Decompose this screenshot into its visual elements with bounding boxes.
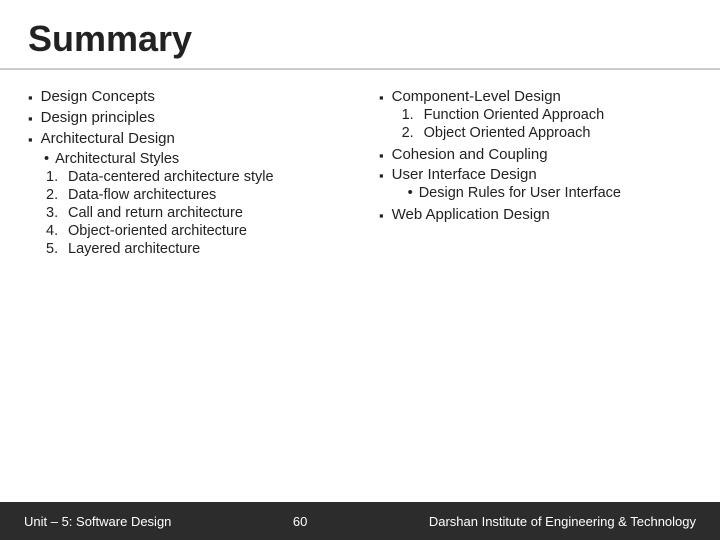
right-top-list: ▪ Component-Level Design 1. Function Ori… — [379, 88, 700, 223]
bullet-icon: ▪ — [379, 208, 384, 223]
slide: Summary ▪ Design Concepts ▪ Design princ… — [0, 0, 720, 540]
number-label: 3. — [46, 205, 68, 221]
dot-icon: • — [44, 151, 49, 167]
item-text: Layered architecture — [68, 241, 200, 257]
item-label: Cohesion and Coupling — [392, 146, 548, 163]
footer-institute-name: Darshan Institute of Engineering & Techn… — [429, 514, 696, 529]
item-text: Object Oriented Approach — [424, 125, 591, 141]
slide-footer: Unit – 5: Software Design 60 Darshan Ins… — [0, 502, 720, 540]
footer-left-text: Unit – 5: Software Design — [24, 514, 171, 529]
slide-header: Summary — [0, 0, 720, 70]
number-label: 1. — [46, 169, 68, 185]
list-item-design-principles: ▪ Design principles — [28, 109, 349, 126]
item-text: Call and return architecture — [68, 205, 243, 221]
right-numbered-1: 1. Function Oriented Approach — [402, 107, 605, 123]
bullet-icon: ▪ — [28, 111, 33, 126]
left-top-list: ▪ Design Concepts ▪ Design principles ▪ … — [28, 88, 349, 147]
component-level-label: Component-Level Design — [392, 88, 561, 105]
numbered-item-3: 3. Call and return architecture — [46, 205, 349, 221]
bullet-icon: ▪ — [379, 148, 384, 163]
bullet-icon: ▪ — [379, 168, 384, 183]
architectural-sub-list: • Architectural Styles — [28, 151, 349, 167]
numbered-item-2: 2. Data-flow architectures — [46, 187, 349, 203]
ui-design-block: User Interface Design • Design Rules for… — [392, 166, 621, 203]
item-text: Object-oriented architecture — [68, 223, 247, 239]
ui-sub-list: • Design Rules for User Interface — [392, 185, 621, 201]
numbered-item-5: 5. Layered architecture — [46, 241, 349, 257]
right-column: ▪ Component-Level Design 1. Function Ori… — [369, 88, 700, 502]
dot-icon: • — [408, 185, 413, 201]
item-label: Design principles — [41, 109, 155, 126]
bullet-icon: ▪ — [379, 90, 384, 105]
numbered-item-1: 1. Data-centered architecture style — [46, 169, 349, 185]
footer-page-number: 60 — [293, 514, 307, 529]
component-numbered-list: 1. Function Oriented Approach 2. Object … — [392, 107, 605, 141]
list-item-ui-design: ▪ User Interface Design • Design Rules f… — [379, 166, 700, 203]
architecture-numbered-list: 1. Data-centered architecture style 2. D… — [28, 169, 349, 257]
number-label: 4. — [46, 223, 68, 239]
item-text: Data-centered architecture style — [68, 169, 274, 185]
ui-sub-label: Design Rules for User Interface — [419, 185, 621, 201]
item-label: Web Application Design — [392, 206, 550, 223]
slide-content: ▪ Design Concepts ▪ Design principles ▪ … — [0, 70, 720, 502]
number-label: 2. — [46, 187, 68, 203]
number-label: 1. — [402, 107, 424, 123]
ui-design-label: User Interface Design — [392, 166, 537, 183]
left-column: ▪ Design Concepts ▪ Design principles ▪ … — [28, 88, 359, 502]
bullet-icon: ▪ — [28, 132, 33, 147]
component-level-block: Component-Level Design 1. Function Orien… — [392, 88, 605, 143]
list-item-architectural-design: ▪ Architectural Design — [28, 130, 349, 147]
number-label: 5. — [46, 241, 68, 257]
item-text: Function Oriented Approach — [424, 107, 605, 123]
numbered-item-4: 4. Object-oriented architecture — [46, 223, 349, 239]
ui-sub-item: • Design Rules for User Interface — [408, 185, 621, 201]
list-item-cohesion: ▪ Cohesion and Coupling — [379, 146, 700, 163]
item-label: Architectural Design — [41, 130, 175, 147]
item-label: Design Concepts — [41, 88, 155, 105]
slide-title: Summary — [28, 18, 692, 60]
list-item-design-concepts: ▪ Design Concepts — [28, 88, 349, 105]
item-text: Data-flow architectures — [68, 187, 216, 203]
sub-item-label: Architectural Styles — [55, 151, 179, 167]
number-label: 2. — [402, 125, 424, 141]
list-item-web: ▪ Web Application Design — [379, 206, 700, 223]
bullet-icon: ▪ — [28, 90, 33, 105]
sub-item-styles: • Architectural Styles — [44, 151, 349, 167]
right-numbered-2: 2. Object Oriented Approach — [402, 125, 605, 141]
list-item-component-level: ▪ Component-Level Design 1. Function Ori… — [379, 88, 700, 143]
